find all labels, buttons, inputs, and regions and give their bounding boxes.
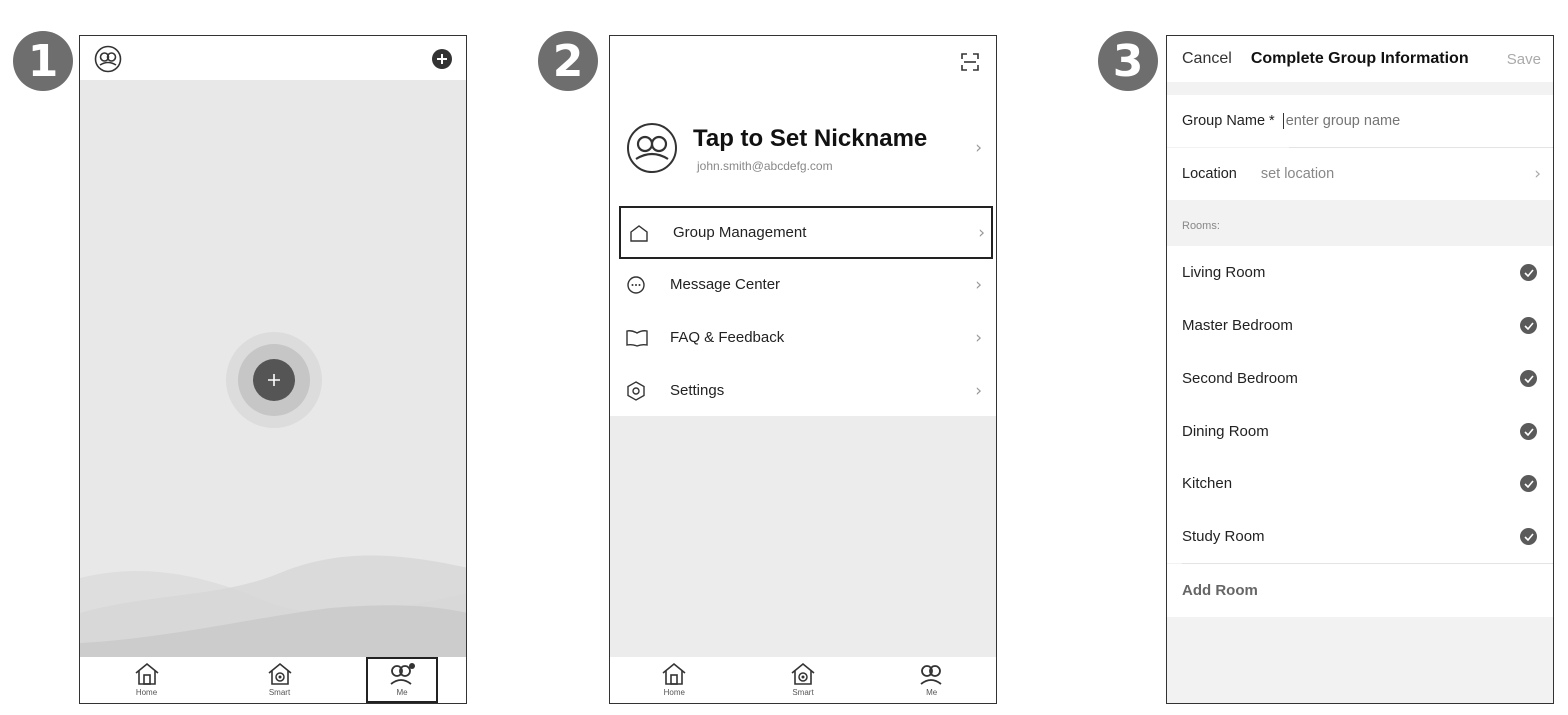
top-bar (80, 36, 466, 80)
phone-screen-group-info: Cancel Complete Group Information Save G… (1166, 35, 1554, 704)
room-label: Master Bedroom (1182, 317, 1293, 334)
menu-item-settings[interactable]: Settings › (610, 364, 996, 417)
tab-me-label: Me (926, 688, 938, 697)
add-room-label: Add Room (1182, 582, 1258, 599)
tab-me[interactable]: Me (867, 657, 996, 703)
room-row-kitchen[interactable]: Kitchen (1167, 457, 1553, 510)
book-icon (626, 329, 648, 347)
scan-icon[interactable] (960, 52, 980, 77)
menu-label: Settings (670, 382, 725, 399)
phone-screen-home: Home Smart Me (79, 35, 467, 704)
smart-icon (791, 662, 815, 685)
group-name-input[interactable] (1282, 113, 1503, 129)
chevron-right-icon: › (975, 274, 982, 295)
chevron-right-icon: › (978, 222, 985, 243)
room-row-master-bedroom[interactable]: Master Bedroom (1167, 299, 1553, 352)
rooms-header: Rooms: (1182, 220, 1220, 232)
step-badge-1: 1 (13, 31, 73, 91)
step-badge-3: 3 (1098, 31, 1158, 91)
menu-item-group-management[interactable]: Group Management › (619, 206, 993, 259)
add-room-button[interactable]: Add Room (1167, 564, 1553, 617)
location-label: Location (1182, 166, 1237, 182)
message-icon (627, 275, 645, 294)
me-icon (390, 663, 415, 685)
settings-icon (627, 380, 645, 401)
home-icon (662, 662, 686, 685)
cancel-button[interactable]: Cancel (1182, 50, 1232, 68)
save-button[interactable]: Save (1507, 51, 1541, 68)
step-badge-2: 2 (538, 31, 598, 91)
chevron-right-icon: › (975, 327, 982, 348)
room-row-living-room[interactable]: Living Room (1167, 246, 1553, 299)
group-name-label: Group Name * (1182, 113, 1275, 129)
room-label: Kitchen (1182, 475, 1233, 492)
bottom-tab-bar: Home Smart Me (80, 657, 466, 703)
checkmark-icon (1520, 528, 1537, 545)
add-device-button[interactable] (253, 359, 295, 401)
tab-smart-label: Smart (792, 688, 814, 697)
nickname: Tap to Set Nickname (693, 125, 928, 152)
room-label: Study Room (1182, 528, 1265, 545)
tab-smart[interactable]: Smart (213, 657, 346, 703)
checkmark-icon (1520, 370, 1537, 387)
room-label: Dining Room (1182, 423, 1269, 440)
chevron-right-icon: › (975, 138, 982, 158)
avatar (627, 123, 677, 173)
checkmark-icon (1520, 423, 1537, 440)
location-value: set location (1260, 166, 1335, 182)
menu-label: FAQ & Feedback (670, 329, 785, 346)
menu-label: Message Center (670, 276, 781, 293)
smart-icon (267, 662, 292, 685)
location-row[interactable]: Location set location › (1167, 148, 1553, 200)
chevron-right-icon: › (975, 380, 982, 401)
tab-smart-label: Smart (268, 688, 291, 697)
home-icon (134, 662, 159, 685)
phone-screen-profile: Tap to Set Nickname john.smith@abcdefg.c… (609, 35, 997, 704)
bottom-tab-bar: Home Smart Me (610, 657, 996, 703)
checkmark-icon (1520, 475, 1537, 492)
menu-item-message-center[interactable]: Message Center › (610, 258, 996, 311)
tab-home[interactable]: Home (80, 657, 213, 703)
tab-smart[interactable]: Smart (739, 657, 868, 703)
checkmark-icon (1520, 317, 1537, 334)
empty-canvas (80, 80, 466, 693)
checkmark-icon (1520, 264, 1537, 281)
nav-header: Cancel Complete Group Information Save (1167, 36, 1553, 82)
room-label: Living Room (1182, 264, 1266, 281)
room-row-second-bedroom[interactable]: Second Bedroom (1167, 352, 1553, 405)
group-name-row: Group Name * (1167, 95, 1553, 147)
tab-me[interactable]: Me (366, 657, 438, 703)
add-plus-icon[interactable] (432, 49, 452, 69)
chevron-right-icon: › (1534, 164, 1541, 184)
page-title: Complete Group Information (1250, 50, 1469, 67)
room-row-study-room[interactable]: Study Room (1167, 510, 1553, 563)
tab-home-label: Home (135, 688, 158, 697)
tab-home[interactable]: Home (610, 657, 739, 703)
home-outline-icon (630, 224, 648, 242)
tab-home-label: Home (663, 688, 685, 697)
tab-me-label: Me (396, 688, 408, 697)
me-icon (920, 665, 942, 685)
plus-icon (268, 374, 280, 386)
empty-area (610, 416, 996, 660)
profile-header[interactable]: Tap to Set Nickname john.smith@abcdefg.c… (610, 116, 996, 188)
user-email: john.smith@abcdefg.com (697, 159, 833, 173)
user-avatar-icon[interactable] (94, 45, 122, 78)
room-label: Second Bedroom (1182, 370, 1298, 387)
menu-item-faq-feedback[interactable]: FAQ & Feedback › (610, 311, 996, 364)
menu-label: Group Management (673, 224, 807, 241)
room-row-dining-room[interactable]: Dining Room (1167, 405, 1553, 458)
